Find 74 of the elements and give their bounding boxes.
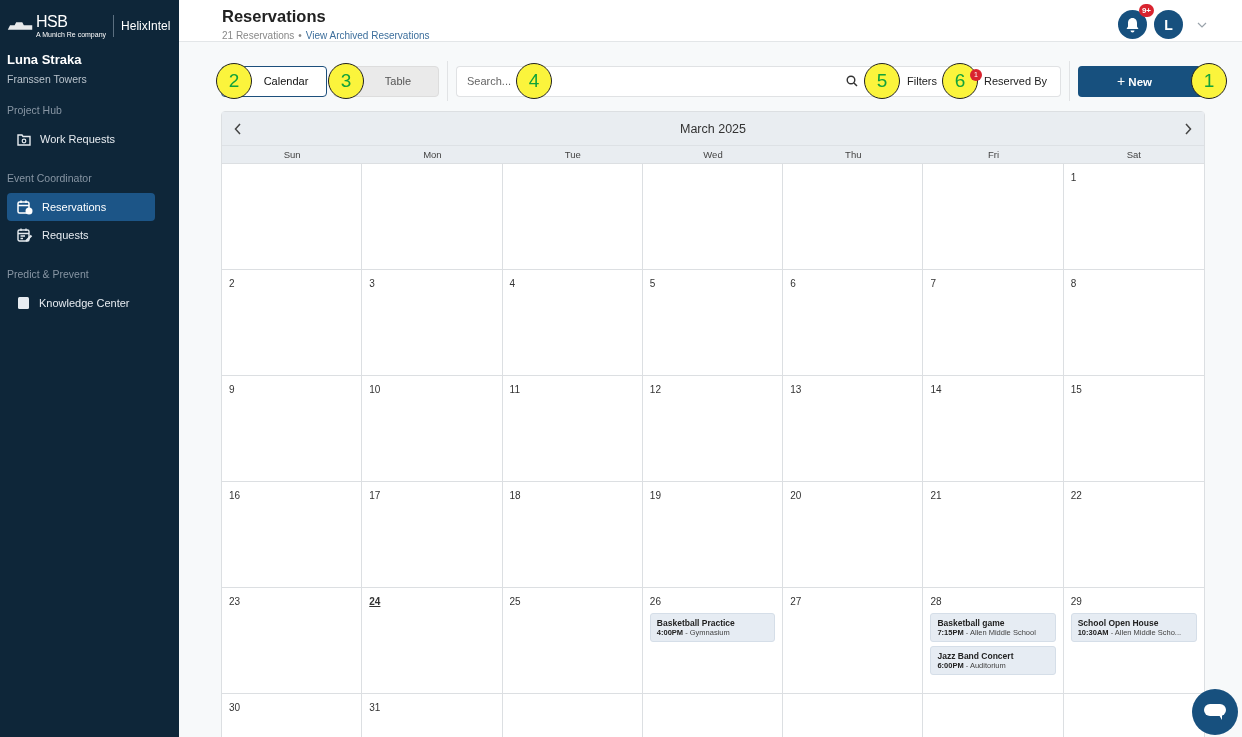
day-number: 14 [930,384,942,395]
calendar-edit-icon [17,227,33,243]
folder-icon [17,132,31,146]
day-number: 30 [229,702,241,713]
day-number: 21 [930,490,942,501]
weekday-label: Mon [422,149,443,160]
nav-item[interactable]: Knowledge Center [7,289,155,317]
user-avatar[interactable]: L [1154,10,1183,39]
reservation-count: 21 Reservations [222,30,295,41]
nav-item[interactable]: Requests [7,221,155,249]
day-number: 8 [1070,278,1077,289]
day-number: 18 [509,490,521,501]
day-number: 12 [649,384,661,395]
day-number: 13 [790,384,802,395]
weekday-label: Tue [563,149,582,160]
book-icon [17,296,30,310]
day-number: 24 [369,596,381,607]
page-title: Reservations [222,7,327,26]
day-number: 23 [229,596,241,607]
section-label: Event Coordinator [7,172,93,184]
month-title: March 2025 [680,121,746,136]
day-number: 27 [790,596,802,607]
section-label: Project Hub [7,104,63,116]
next-month-icon[interactable] [1184,122,1192,135]
site-name: Franssen Towers [7,73,88,85]
chevron-down-icon[interactable] [1197,21,1207,28]
weekday-label: Sun [282,149,302,160]
weekday-label: Fri [987,149,1001,160]
nav-item[interactable]: Reservations [7,193,155,221]
number-callout-tooltip: 2 [216,63,252,99]
bell-icon [1125,16,1140,33]
logo-icon [7,19,33,33]
chat-button[interactable] [1192,689,1238,735]
user-name: Luna Straka [7,52,83,67]
day-number: 4 [509,278,516,289]
event-title: Basketball Practice [656,618,736,628]
event-title: Basketball game [937,618,1006,628]
nav-item[interactable]: Work Requests [7,125,155,153]
product-name: HelixIntel [121,19,171,33]
day-number: 16 [229,490,241,501]
day-number: 5 [649,278,656,289]
event-title: School Open House [1077,618,1160,628]
day-number: 22 [1070,490,1082,501]
previous-month-icon[interactable] [234,122,242,135]
day-number: 9 [229,384,235,395]
day-number: 3 [369,278,375,289]
day-number: 25 [509,596,521,607]
section-label: Predict & Prevent [7,268,90,280]
day-number: 17 [369,490,381,501]
separator-dot: • [298,30,302,41]
notification-badge: 9+ [1138,4,1154,17]
day-number: 20 [790,490,802,501]
archived-link[interactable]: View Archived Reservations [305,30,430,41]
weekday-label: Thu [844,149,863,160]
day-number: 19 [649,490,661,501]
day-number: 28 [930,596,942,607]
weekday-label: Wed [702,149,724,160]
chat-bubble-icon [1203,702,1227,722]
day-number: 26 [649,596,661,607]
number-callout-tooltip: 3 [328,63,364,99]
calendar-clock-icon [17,199,33,215]
logo-brand-text: HSB [36,14,69,30]
day-number: 6 [790,278,796,289]
day-number: 7 [930,278,936,289]
day-number: 15 [1070,384,1082,395]
number-callout-tooltip: 1 [1191,63,1227,99]
day-number: 31 [369,702,381,713]
day-number: 29 [1070,596,1082,607]
day-number: 10 [369,384,381,395]
day-number: 1 [1070,172,1077,183]
event-title: Jazz Band Concert [937,651,1015,661]
day-number: 11 [509,384,520,395]
day-number: 2 [229,278,235,289]
weekday-label: Sat [1125,149,1142,160]
